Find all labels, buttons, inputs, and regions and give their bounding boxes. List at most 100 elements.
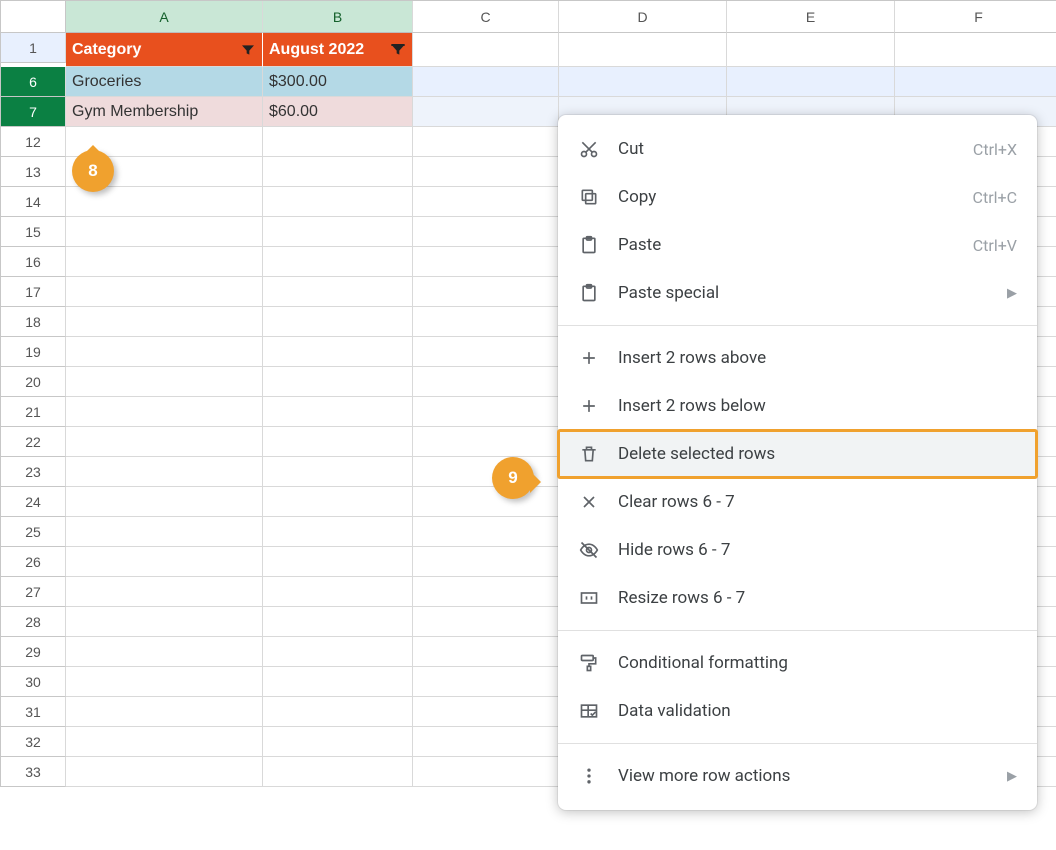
cell-f6[interactable] bbox=[895, 67, 1056, 97]
cell-blank[interactable] bbox=[413, 187, 559, 217]
col-header-f[interactable]: F bbox=[895, 1, 1056, 33]
col-header-a[interactable]: A bbox=[66, 1, 263, 33]
cell-blank[interactable] bbox=[263, 277, 413, 307]
cell-blank[interactable] bbox=[263, 487, 413, 517]
menu-insert-below[interactable]: Insert 2 rows below bbox=[558, 382, 1037, 430]
cell-blank[interactable] bbox=[66, 697, 263, 727]
header-cell-category[interactable]: Category bbox=[66, 33, 263, 67]
row-header-23[interactable]: 23 bbox=[1, 457, 66, 487]
menu-delete-rows[interactable]: Delete selected rows bbox=[558, 430, 1037, 478]
row-header-32[interactable]: 32 bbox=[1, 727, 66, 757]
cell-blank[interactable] bbox=[66, 547, 263, 577]
cell-blank[interactable] bbox=[66, 727, 263, 757]
row-header-19[interactable]: 19 bbox=[1, 337, 66, 367]
row-header-22[interactable]: 22 bbox=[1, 427, 66, 457]
menu-resize-rows[interactable]: Resize rows 6 - 7 bbox=[558, 574, 1037, 622]
cell-blank[interactable] bbox=[413, 127, 559, 157]
cell-blank[interactable] bbox=[263, 427, 413, 457]
row-header-17[interactable]: 17 bbox=[1, 277, 66, 307]
row-header-15[interactable]: 15 bbox=[1, 217, 66, 247]
row-header-24[interactable]: 24 bbox=[1, 487, 66, 517]
cell-blank[interactable] bbox=[413, 277, 559, 307]
cell-blank[interactable] bbox=[413, 757, 559, 787]
col-header-e[interactable]: E bbox=[727, 1, 895, 33]
row-header-18[interactable]: 18 bbox=[1, 307, 66, 337]
cell-blank[interactable] bbox=[413, 637, 559, 667]
cell-b6[interactable]: $300.00 bbox=[263, 67, 413, 97]
cell-blank[interactable] bbox=[66, 757, 263, 787]
row-header-12[interactable]: 12 bbox=[1, 127, 66, 157]
cell-blank[interactable] bbox=[263, 157, 413, 187]
cell-blank[interactable] bbox=[413, 517, 559, 547]
cell-blank[interactable] bbox=[413, 367, 559, 397]
cell-blank[interactable] bbox=[263, 517, 413, 547]
row-header-25[interactable]: 25 bbox=[1, 517, 66, 547]
cell-blank[interactable] bbox=[66, 637, 263, 667]
row-header-30[interactable]: 30 bbox=[1, 667, 66, 697]
filter-icon[interactable] bbox=[240, 42, 256, 58]
cell-blank[interactable] bbox=[413, 307, 559, 337]
cell-blank[interactable] bbox=[263, 547, 413, 577]
cell-blank[interactable] bbox=[263, 457, 413, 487]
cell-blank[interactable] bbox=[66, 577, 263, 607]
col-header-d[interactable]: D bbox=[559, 1, 727, 33]
cell-blank[interactable] bbox=[66, 517, 263, 547]
filter-active-icon[interactable] bbox=[390, 42, 406, 58]
cell-d6[interactable] bbox=[559, 67, 727, 97]
cell-blank[interactable] bbox=[263, 577, 413, 607]
cell-blank[interactable] bbox=[413, 217, 559, 247]
row-header-13[interactable]: 13 bbox=[1, 157, 66, 187]
cell-c1[interactable] bbox=[413, 33, 559, 67]
cell-blank[interactable] bbox=[263, 367, 413, 397]
cell-blank[interactable] bbox=[413, 577, 559, 607]
cell-blank[interactable] bbox=[263, 247, 413, 277]
cell-blank[interactable] bbox=[66, 607, 263, 637]
cell-blank[interactable] bbox=[263, 607, 413, 637]
row-header-20[interactable]: 20 bbox=[1, 367, 66, 397]
row-header-28[interactable]: 28 bbox=[1, 607, 66, 637]
row-header-1[interactable]: 1 bbox=[1, 33, 66, 63]
cell-blank[interactable] bbox=[66, 427, 263, 457]
cell-blank[interactable] bbox=[263, 667, 413, 697]
cell-blank[interactable] bbox=[66, 487, 263, 517]
cell-c7[interactable] bbox=[413, 97, 559, 127]
cell-blank[interactable] bbox=[263, 127, 413, 157]
row-header-31[interactable]: 31 bbox=[1, 697, 66, 727]
row-header-14[interactable]: 14 bbox=[1, 187, 66, 217]
menu-more-actions[interactable]: View more row actions ▶ bbox=[558, 752, 1037, 800]
col-header-b[interactable]: B bbox=[263, 1, 413, 33]
cell-blank[interactable] bbox=[263, 337, 413, 367]
cell-f1[interactable] bbox=[895, 33, 1056, 67]
row-header-26[interactable]: 26 bbox=[1, 547, 66, 577]
cell-blank[interactable] bbox=[263, 727, 413, 757]
cell-blank[interactable] bbox=[413, 397, 559, 427]
cell-e1[interactable] bbox=[727, 33, 895, 67]
cell-blank[interactable] bbox=[66, 367, 263, 397]
cell-blank[interactable] bbox=[263, 217, 413, 247]
cell-blank[interactable] bbox=[263, 307, 413, 337]
cell-blank[interactable] bbox=[66, 217, 263, 247]
row-header-33[interactable]: 33 bbox=[1, 757, 66, 787]
cell-blank[interactable] bbox=[66, 277, 263, 307]
menu-clear-rows[interactable]: Clear rows 6 - 7 bbox=[558, 478, 1037, 526]
cell-blank[interactable] bbox=[413, 727, 559, 757]
cell-blank[interactable] bbox=[413, 157, 559, 187]
cell-blank[interactable] bbox=[413, 247, 559, 277]
cell-d1[interactable] bbox=[559, 33, 727, 67]
col-header-c[interactable]: C bbox=[413, 1, 559, 33]
cell-blank[interactable] bbox=[263, 187, 413, 217]
cell-blank[interactable] bbox=[413, 547, 559, 577]
menu-paste[interactable]: Paste Ctrl+V bbox=[558, 221, 1037, 269]
cell-blank[interactable] bbox=[263, 757, 413, 787]
cell-c6[interactable] bbox=[413, 67, 559, 97]
cell-blank[interactable] bbox=[413, 607, 559, 637]
cell-blank[interactable] bbox=[66, 307, 263, 337]
cell-blank[interactable] bbox=[263, 397, 413, 427]
header-cell-august[interactable]: August 2022 bbox=[263, 33, 413, 67]
select-all-corner[interactable] bbox=[1, 1, 66, 33]
cell-blank[interactable] bbox=[413, 427, 559, 457]
menu-conditional-formatting[interactable]: Conditional formatting bbox=[558, 639, 1037, 687]
menu-hide-rows[interactable]: Hide rows 6 - 7 bbox=[558, 526, 1037, 574]
row-header-21[interactable]: 21 bbox=[1, 397, 66, 427]
cell-a7[interactable]: Gym Membership bbox=[66, 97, 263, 127]
